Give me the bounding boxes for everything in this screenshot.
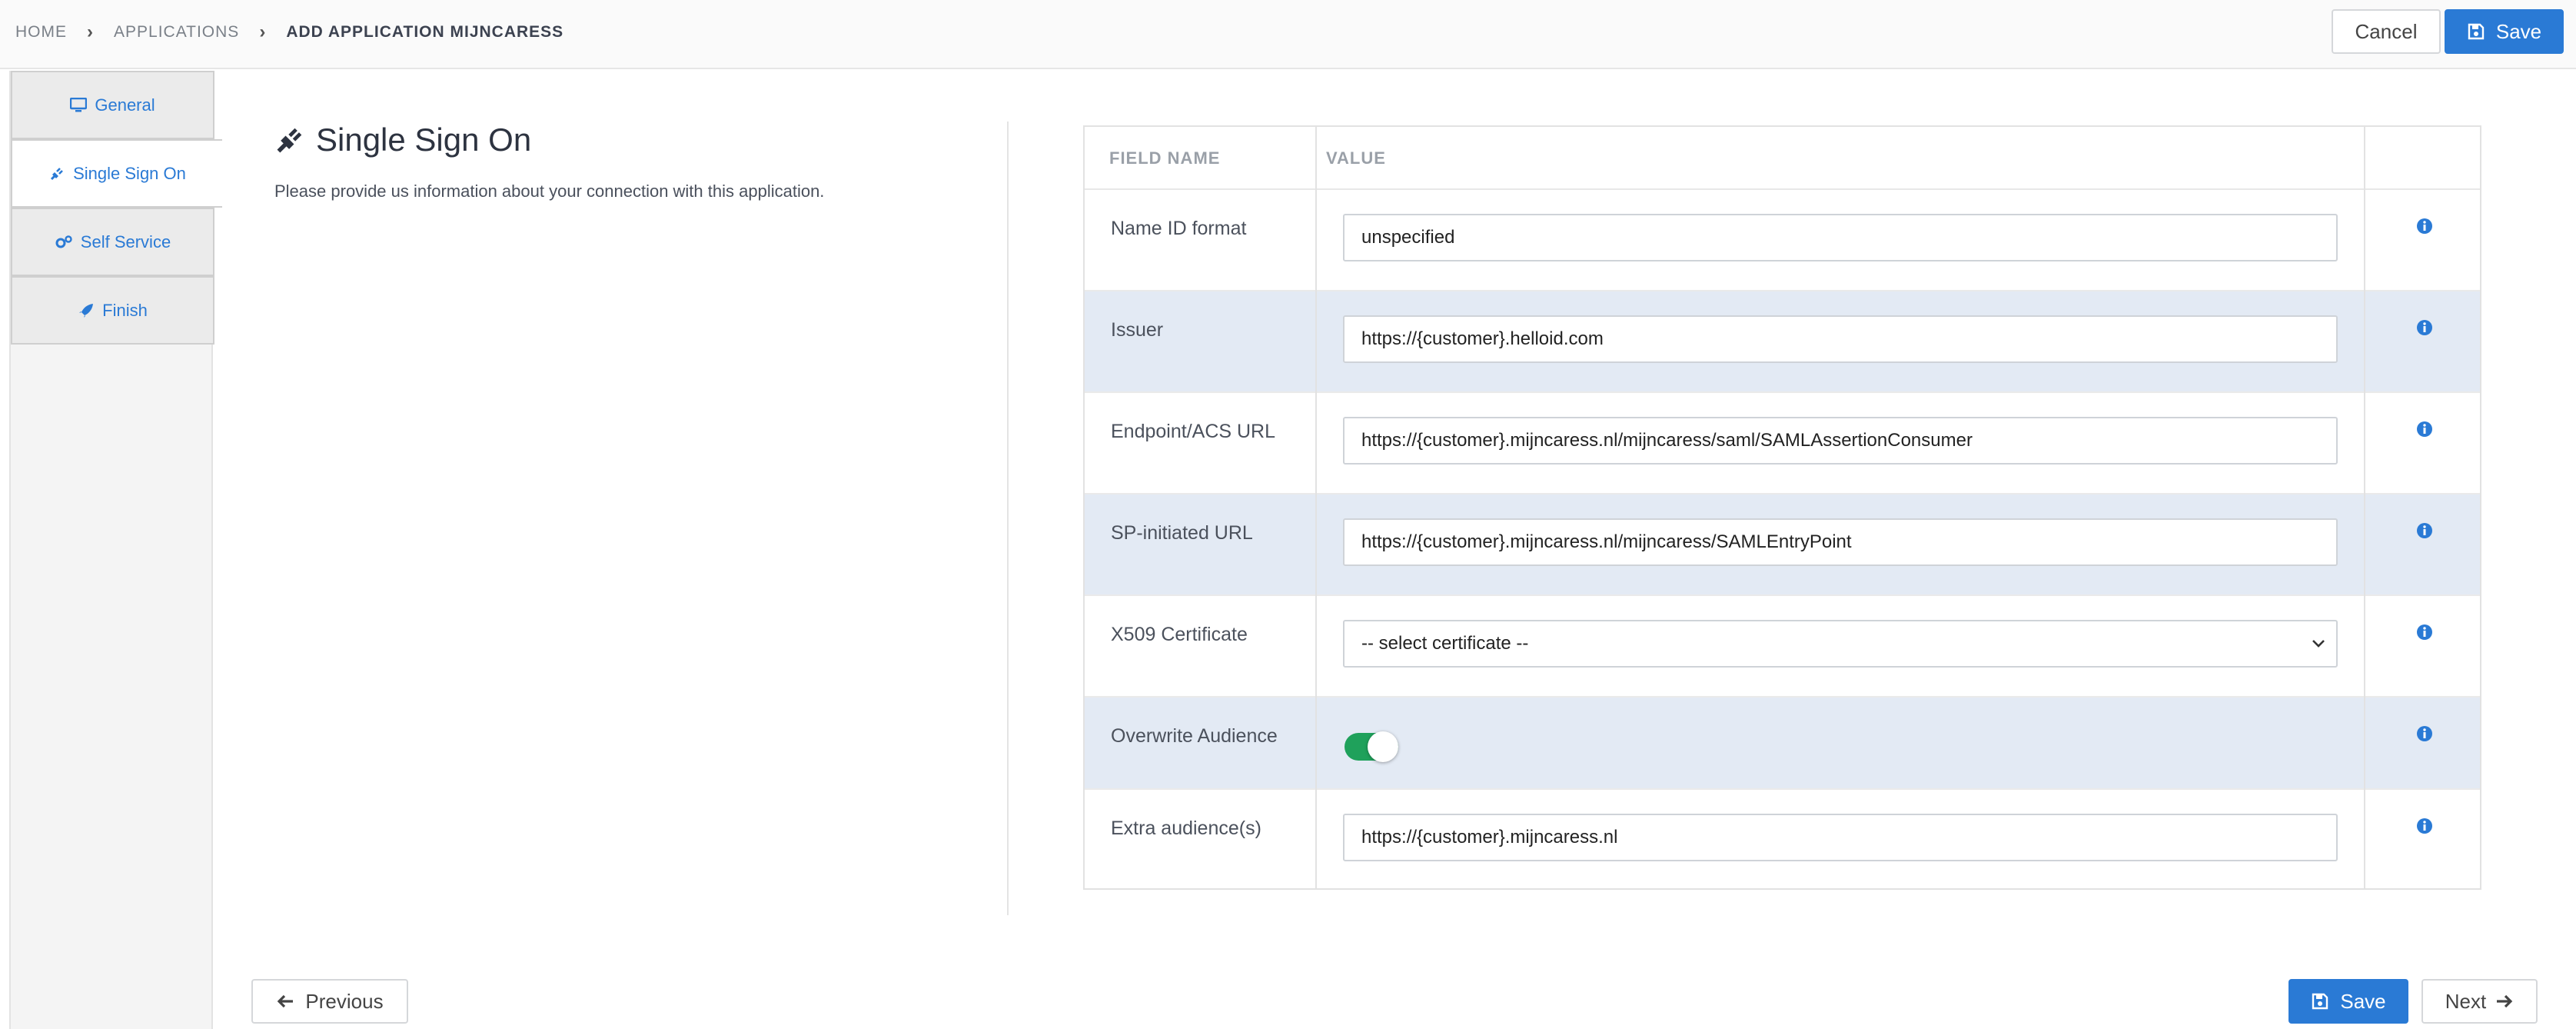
- top-bar: HOME › APPLICATIONS › ADD APPLICATION MI…: [0, 0, 2576, 69]
- table-row: Issuer https://{customer}.helloid.com: [1085, 291, 2480, 393]
- next-button[interactable]: Next: [2421, 979, 2538, 1024]
- sso-settings-table: FIELD NAME VALUE Name ID format unspecif…: [1083, 125, 2481, 890]
- footer-save-button[interactable]: Save: [2288, 979, 2408, 1024]
- field-label: Endpoint/ACS URL: [1111, 421, 1276, 442]
- info-icon[interactable]: [2416, 218, 2433, 235]
- floppy-disk-icon: [2468, 23, 2485, 40]
- arrow-right-icon: [2497, 994, 2513, 1008]
- rocket-icon: [79, 303, 94, 318]
- field-label: Extra audience(s): [1111, 818, 1261, 839]
- certificate-select-value: -- select certificate --: [1361, 633, 1529, 654]
- chevron-right-icon: ›: [87, 22, 94, 42]
- field-label: Overwrite Audience: [1111, 725, 1278, 747]
- name-id-format-input[interactable]: unspecified: [1343, 214, 2338, 261]
- previous-button-label: Previous: [305, 989, 384, 1013]
- breadcrumb: HOME › APPLICATIONS › ADD APPLICATION MI…: [15, 0, 563, 65]
- certificate-select[interactable]: -- select certificate --: [1343, 620, 2338, 668]
- column-divider: [2364, 127, 2365, 888]
- breadcrumb-applications[interactable]: APPLICATIONS: [114, 23, 239, 42]
- page-title: Single Sign On: [274, 122, 531, 158]
- info-icon[interactable]: [2416, 725, 2433, 742]
- table-row: Overwrite Audience: [1085, 698, 2480, 790]
- save-button-label: Save: [2495, 19, 2542, 43]
- footer-save-button-label: Save: [2340, 989, 2386, 1013]
- step-self-service[interactable]: Self Service: [11, 208, 214, 276]
- floppy-disk-icon: [2312, 993, 2328, 1010]
- save-button[interactable]: Save: [2445, 9, 2564, 54]
- step-label: Single Sign On: [73, 163, 186, 183]
- field-label: SP-initiated URL: [1111, 522, 1253, 544]
- issuer-input[interactable]: https://{customer}.helloid.com: [1343, 315, 2338, 363]
- table-row: Name ID format unspecified: [1085, 190, 2480, 291]
- previous-button[interactable]: Previous: [251, 979, 408, 1024]
- cancel-button-label: Cancel: [2355, 19, 2418, 43]
- table-header: FIELD NAME VALUE: [1085, 127, 2480, 190]
- page-title-text: Single Sign On: [316, 122, 532, 158]
- info-icon[interactable]: [2416, 421, 2433, 438]
- page-subtitle: Please provide us information about your…: [274, 181, 825, 201]
- acs-url-input[interactable]: https://{customer}.mijncaress.nl/mijncar…: [1343, 417, 2338, 465]
- table-row: X509 Certificate -- select certificate -…: [1085, 596, 2480, 698]
- breadcrumb-current: ADD APPLICATION MIJNCARESS: [286, 23, 564, 41]
- info-icon[interactable]: [2416, 624, 2433, 641]
- overwrite-audience-toggle[interactable]: [1345, 731, 1398, 762]
- column-divider: [1315, 127, 1317, 888]
- info-icon[interactable]: [2416, 818, 2433, 834]
- step-finish[interactable]: Finish: [11, 276, 214, 345]
- field-label: X509 Certificate: [1111, 624, 1248, 645]
- breadcrumb-home[interactable]: HOME: [15, 23, 67, 42]
- vertical-divider: [1007, 122, 1009, 915]
- field-label: Name ID format: [1111, 218, 1247, 239]
- extra-audience-input[interactable]: https://{customer}.mijncaress.nl: [1343, 814, 2338, 861]
- plug-icon: [51, 167, 64, 180]
- info-icon[interactable]: [2416, 522, 2433, 539]
- table-row: Endpoint/ACS URL https://{customer}.mijn…: [1085, 393, 2480, 495]
- cancel-button[interactable]: Cancel: [2332, 9, 2441, 54]
- info-icon[interactable]: [2416, 319, 2433, 336]
- table-row: SP-initiated URL https://{customer}.mijn…: [1085, 495, 2480, 596]
- column-header-value: VALUE: [1326, 148, 1386, 168]
- table-row: Extra audience(s) https://{customer}.mij…: [1085, 790, 2480, 891]
- step-label: General: [95, 95, 155, 115]
- column-header-field-name: FIELD NAME: [1109, 148, 1221, 168]
- step-general[interactable]: General: [11, 71, 214, 139]
- sp-initiated-url-input[interactable]: https://{customer}.mijncaress.nl/mijncar…: [1343, 518, 2338, 566]
- monitor-icon: [70, 97, 88, 112]
- step-single-sign-on[interactable]: Single Sign On: [11, 139, 222, 208]
- chevron-down-icon: [2312, 640, 2325, 648]
- step-label: Finish: [102, 300, 148, 320]
- arrow-left-icon: [278, 994, 294, 1008]
- next-button-label: Next: [2445, 989, 2487, 1013]
- chevron-right-icon: ›: [259, 22, 267, 42]
- wizard-steps: General Single Sign On Self Service Fini…: [9, 71, 222, 1029]
- plug-icon: [277, 128, 302, 153]
- field-label: Issuer: [1111, 319, 1164, 341]
- gears-icon: [55, 235, 72, 248]
- toggle-knob: [1368, 731, 1398, 762]
- step-label: Self Service: [80, 231, 171, 251]
